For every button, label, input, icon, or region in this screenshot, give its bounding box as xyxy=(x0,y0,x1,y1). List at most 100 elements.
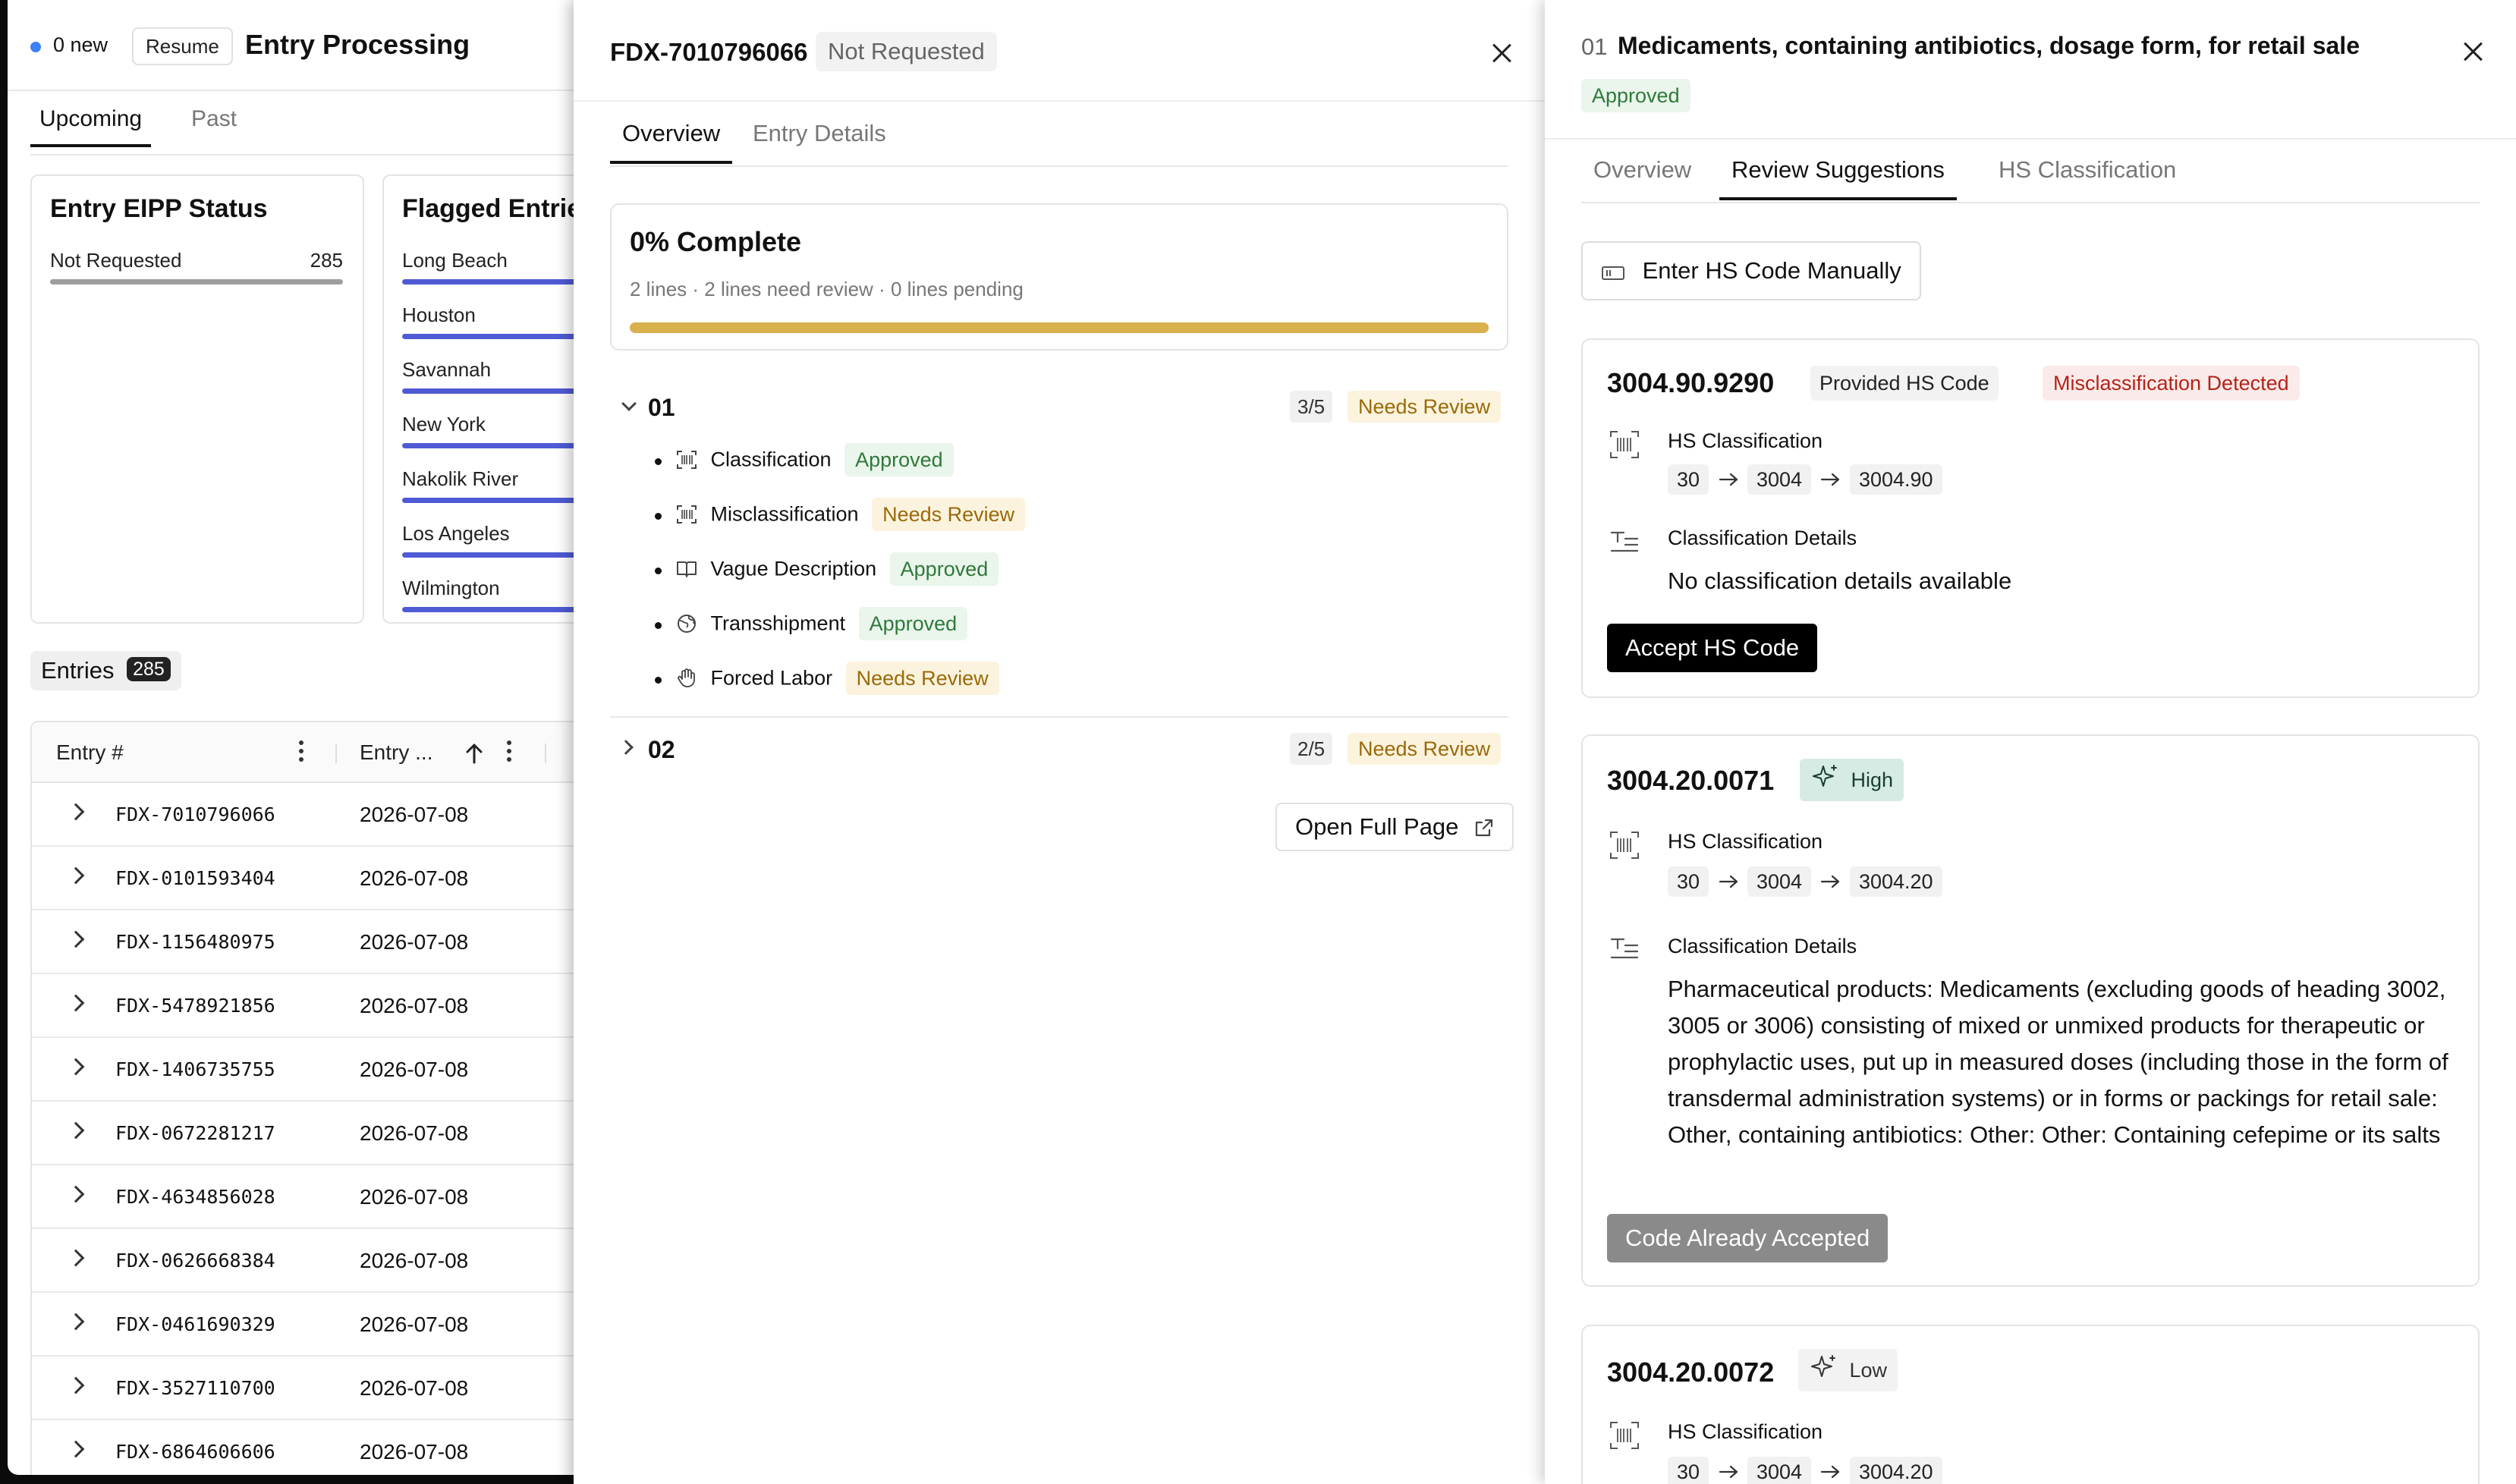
chevron-right-icon[interactable] xyxy=(618,740,634,755)
column-divider[interactable] xyxy=(545,744,546,763)
entry-date-cell: 2026-07-08 xyxy=(360,1440,469,1464)
flagged-port-row[interactable]: Houston xyxy=(402,303,577,339)
check-status-badge: Approved xyxy=(858,607,968,640)
chevron-right-icon[interactable] xyxy=(67,930,85,948)
entry-number-cell: FDX-1156480975 xyxy=(115,931,275,953)
line-status-badge: Approved xyxy=(1581,79,1690,112)
table-row[interactable]: FDX-0461690329 2026-07-08 xyxy=(32,1293,577,1357)
chevron-down-icon[interactable] xyxy=(621,396,637,411)
chevron-right-icon[interactable] xyxy=(67,1440,85,1458)
flagged-port-row[interactable]: Nakolik River xyxy=(402,467,577,503)
chevron-right-icon[interactable] xyxy=(67,1185,85,1203)
flagged-port-row[interactable]: Savannah xyxy=(402,358,577,394)
line-row-01[interactable]: 01 3/5 Needs Review xyxy=(610,388,1508,426)
flagged-port-row[interactable]: New York xyxy=(402,413,577,448)
chevron-right-icon[interactable] xyxy=(67,866,85,885)
hs-path-subheading: 3004.20 xyxy=(1849,866,1942,897)
enter-hs-code-manually-button[interactable]: Enter HS Code Manually xyxy=(1581,241,1921,300)
table-row[interactable]: FDX-5478921856 2026-07-08 xyxy=(32,974,577,1038)
chevron-right-icon[interactable] xyxy=(67,1376,85,1394)
line-progress-fraction: 2/5 xyxy=(1290,733,1333,765)
chevron-right-icon[interactable] xyxy=(67,994,85,1012)
check-label: Vague Description xyxy=(710,557,877,580)
eipp-status-row[interactable]: Not Requested 285 xyxy=(50,249,343,285)
port-bar xyxy=(402,443,577,448)
tab-review-suggestions[interactable]: Review Suggestions xyxy=(1719,156,1957,200)
entry-number-cell: FDX-0672281217 xyxy=(115,1122,275,1144)
hs-classification-label: HS Classification xyxy=(1668,830,1823,853)
table-row[interactable]: FDX-4634856028 2026-07-08 xyxy=(32,1165,577,1229)
check-item-forced-labor[interactable]: Forced Labor Needs Review xyxy=(655,662,999,698)
flagged-entries-card: Flagged Entries Long Beach Houston Savan… xyxy=(382,174,577,624)
tab-past[interactable]: Past xyxy=(182,106,246,144)
chevron-right-icon[interactable] xyxy=(67,803,85,821)
column-menu-icon[interactable] xyxy=(297,739,305,765)
entry-number-cell: FDX-7010796066 xyxy=(115,803,275,825)
entry-drawer: FDX-7010796066 Not Requested Overview En… xyxy=(574,0,1545,1484)
check-status-badge: Approved xyxy=(889,552,999,586)
chevron-right-icon[interactable] xyxy=(67,1313,85,1331)
suggestion-card: 3004.20.0072 Low HS Classification 30 30… xyxy=(1581,1325,2480,1484)
table-row[interactable]: FDX-0626668384 2026-07-08 xyxy=(32,1229,577,1293)
open-full-page-button[interactable]: Open Full Page xyxy=(1275,803,1514,851)
table-row[interactable]: FDX-1156480975 2026-07-08 xyxy=(32,910,577,974)
check-item-vague-description[interactable]: Vague Description Approved xyxy=(655,552,999,589)
eipp-status-card: Entry EIPP Status Not Requested 285 xyxy=(30,174,364,624)
line-number: 01 xyxy=(1581,33,1608,60)
manual-button-label: Enter HS Code Manually xyxy=(1642,257,1901,284)
flagged-port-row[interactable]: Long Beach xyxy=(402,249,577,285)
tab-entry-details[interactable]: Entry Details xyxy=(741,120,898,161)
close-icon[interactable] xyxy=(2463,41,2484,62)
column-menu-icon[interactable] xyxy=(505,739,513,765)
table-row[interactable]: FDX-0101593404 2026-07-08 xyxy=(32,847,577,910)
page-title: Entry Processing xyxy=(245,29,470,60)
flagged-card-title: Flagged Entries xyxy=(402,194,577,223)
flagged-port-row[interactable]: Wilmington xyxy=(402,577,577,612)
entry-number-cell: FDX-1406735755 xyxy=(115,1058,275,1080)
port-label: Nakolik River xyxy=(402,467,519,490)
column-header-entry-number[interactable]: Entry # xyxy=(56,740,124,765)
column-divider[interactable] xyxy=(335,744,337,763)
check-item-classification[interactable]: Classification Approved xyxy=(655,443,954,479)
close-icon[interactable] xyxy=(1492,42,1513,64)
flagged-port-row[interactable]: Los Angeles xyxy=(402,522,577,558)
check-item-transshipment[interactable]: Transshipment Approved xyxy=(655,607,968,643)
table-row[interactable]: FDX-0672281217 2026-07-08 xyxy=(32,1102,577,1165)
entries-label: Entries xyxy=(41,657,115,684)
eipp-status-value: 285 xyxy=(310,249,343,272)
tab-overview[interactable]: Overview xyxy=(1581,156,1703,197)
tab-upcoming[interactable]: Upcoming xyxy=(30,106,152,147)
chevron-right-icon[interactable] xyxy=(67,1121,85,1140)
confidence-badge: High xyxy=(1800,759,1904,801)
tab-overview[interactable]: Overview xyxy=(610,120,733,164)
line-row-02[interactable]: 02 2/5 Needs Review xyxy=(610,730,1508,768)
bullet xyxy=(655,458,662,465)
chevron-right-icon[interactable] xyxy=(67,1249,85,1267)
table-row[interactable]: FDX-6864606606 2026-07-08 xyxy=(32,1420,577,1475)
table-row[interactable]: FDX-3527110700 2026-07-08 xyxy=(32,1357,577,1420)
tab-hs-classification[interactable]: HS Classification xyxy=(1986,156,2188,197)
arrow-right-icon xyxy=(1821,473,1840,486)
confidence-label: Low xyxy=(1849,1359,1888,1382)
entry-number-cell: FDX-0461690329 xyxy=(115,1313,275,1335)
check-status-badge: Needs Review xyxy=(872,498,1026,531)
hs-classification-label: HS Classification xyxy=(1668,1420,1823,1443)
sort-ascending-icon[interactable] xyxy=(464,742,484,765)
resume-button[interactable]: Resume xyxy=(132,27,233,65)
port-bar xyxy=(402,334,577,339)
sparkle-icon xyxy=(1813,765,1837,787)
classification-details-label: Classification Details xyxy=(1668,935,1857,957)
code-already-accepted-button[interactable]: Code Already Accepted xyxy=(1607,1214,1889,1262)
globe-icon xyxy=(676,614,699,634)
confidence-label: High xyxy=(1851,769,1894,791)
check-item-misclassification[interactable]: Misclassification Needs Review xyxy=(655,498,1026,534)
classification-details-text: Pharmaceutical products: Medicaments (ex… xyxy=(1668,976,2448,1148)
chevron-right-icon[interactable] xyxy=(67,1058,85,1076)
column-header-entry-date[interactable]: Entry ... xyxy=(360,740,432,765)
entry-date-cell: 2026-07-08 xyxy=(360,994,469,1017)
table-row[interactable]: FDX-1406735755 2026-07-08 xyxy=(32,1038,577,1102)
table-row[interactable]: FDX-7010796066 2026-07-08 xyxy=(32,783,577,847)
hs-path-chapter: 30 xyxy=(1668,866,1709,897)
accept-hs-code-button[interactable]: Accept HS Code xyxy=(1607,624,1818,672)
eipp-status-bar xyxy=(50,279,343,285)
